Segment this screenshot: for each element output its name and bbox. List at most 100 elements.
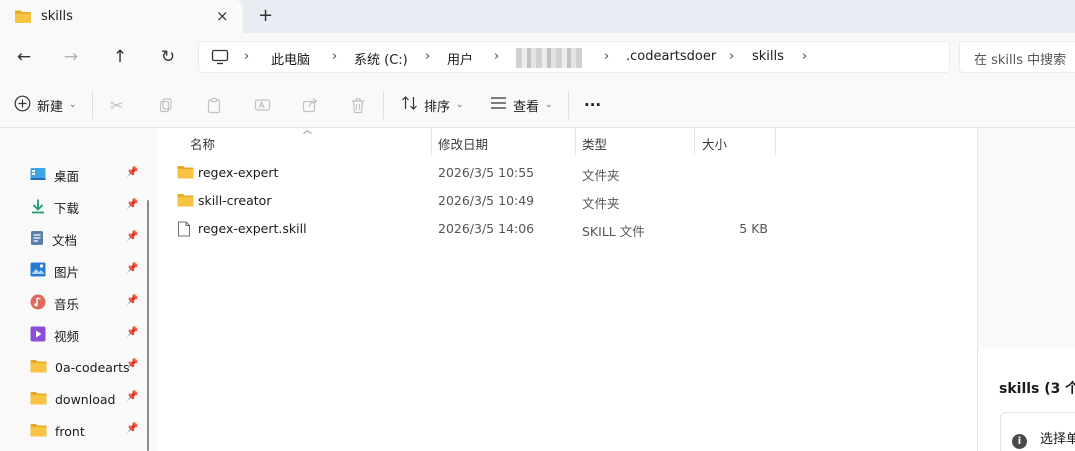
chevron-right-icon: › [425, 49, 431, 64]
column-divider[interactable] [775, 128, 776, 155]
back-button[interactable]: ← [12, 45, 36, 69]
pin-icon[interactable]: 📌 [126, 263, 138, 274]
more-options-button[interactable]: ··· [584, 93, 601, 117]
pin-icon[interactable]: 📌 [126, 295, 138, 306]
pin-icon[interactable]: 📌 [126, 199, 138, 210]
column-header-name[interactable]: 名称 [190, 134, 215, 153]
file-name: regex-expert [198, 165, 279, 180]
sidebar-item-front[interactable]: front 📌 [30, 420, 140, 442]
chevron-right-icon: › [332, 49, 338, 64]
tab-title: skills [41, 9, 73, 24]
share-icon[interactable] [302, 93, 319, 117]
command-bar: 新建 ⌄ ✂ 排序 ⌄ 查看 ⌄ ··· [0, 81, 1075, 128]
sort-button[interactable]: 排序 ⌄ [401, 93, 464, 117]
folder-icon [177, 165, 194, 182]
desktop-icon [30, 167, 46, 184]
table-row[interactable]: skill-creator 2026/3/5 10:49 文件夹 [157, 187, 977, 215]
sidebar-item-download[interactable]: download 📌 [30, 388, 140, 410]
sidebar-item-label: 桌面 [54, 168, 80, 184]
chevron-right-icon: › [494, 49, 500, 64]
up-button[interactable]: ↑ [108, 45, 132, 69]
pin-icon[interactable]: 📌 [126, 231, 138, 242]
sidebar-item-videos[interactable]: 视频 📌 [30, 324, 140, 346]
sidebar-scrollbar[interactable] [147, 200, 149, 451]
table-row[interactable]: regex-expert.skill 2026/3/5 14:06 SKILL … [157, 215, 977, 243]
paste-icon[interactable] [206, 93, 222, 117]
info-icon: i [1012, 434, 1027, 449]
column-header-size[interactable]: 大小 [702, 134, 727, 153]
breadcrumb-skills[interactable]: skills [752, 49, 784, 64]
column-divider[interactable] [431, 128, 432, 155]
pin-icon[interactable]: 📌 [126, 423, 138, 434]
file-date: 2026/3/5 10:49 [438, 193, 535, 208]
navigation-pane: 桌面 📌 下载 📌 文档 📌 图片 📌 音乐 📌 视频 📌 0a-codeart… [0, 128, 156, 451]
breadcrumb-drive-c[interactable]: 系统 (C:) [354, 49, 408, 68]
breadcrumb-this-pc[interactable]: 此电脑 [271, 49, 310, 68]
file-list: ︿ 名称 修改日期 类型 大小 regex-expert 2026/3/5 10… [157, 126, 977, 451]
details-title: skills (3 个项 [999, 381, 1075, 397]
column-header-type[interactable]: 类型 [582, 134, 607, 153]
delete-icon[interactable] [350, 93, 366, 117]
tab-skills[interactable]: skills × [0, 0, 243, 33]
new-button[interactable]: 新建 ⌄ [14, 93, 77, 117]
info-card-text: 选择单 [1040, 432, 1075, 447]
navigation-bar: ← → ↑ ↻ › 此电脑 › 系统 (C:) › 用户 › › .codear… [0, 33, 1075, 81]
pin-icon[interactable]: 📌 [126, 327, 138, 338]
sidebar-item-label: front [55, 423, 85, 439]
folder-icon [14, 9, 32, 27]
column-header-date[interactable]: 修改日期 [438, 134, 488, 153]
breadcrumb-codeartsdoer[interactable]: .codeartsdoer [626, 49, 716, 64]
preview-area [978, 128, 1075, 348]
music-icon [30, 294, 46, 313]
sidebar-item-documents[interactable]: 文档 📌 [30, 228, 140, 250]
address-bar[interactable]: › 此电脑 › 系统 (C:) › 用户 › › .codeartsdoer ›… [198, 41, 950, 73]
view-button[interactable]: 查看 ⌄ [490, 93, 553, 117]
sidebar-item-label: 文档 [52, 232, 78, 248]
forward-button[interactable]: → [59, 45, 83, 69]
rename-icon[interactable] [254, 93, 271, 117]
sidebar-item-desktop[interactable]: 桌面 📌 [30, 164, 140, 186]
chevron-down-icon: ⌄ [545, 100, 553, 110]
close-icon[interactable]: × [216, 7, 229, 25]
file-type: 文件夹 [582, 168, 620, 183]
sidebar-item-music[interactable]: 音乐 📌 [30, 292, 140, 314]
chevron-right-icon: › [244, 49, 250, 64]
sidebar-item-label: 音乐 [54, 296, 80, 312]
folder-icon [30, 423, 47, 440]
new-tab-button[interactable]: + [258, 5, 273, 26]
divider [568, 91, 569, 119]
refresh-button[interactable]: ↻ [156, 45, 180, 69]
folder-icon [30, 359, 47, 376]
details-pane: skills (3 个项 i 选择单 [977, 128, 1075, 451]
cut-icon[interactable]: ✂ [110, 93, 123, 117]
table-row[interactable]: regex-expert 2026/3/5 10:55 文件夹 [157, 159, 977, 187]
plus-circle-icon [14, 95, 31, 116]
sidebar-item-0a-codearts[interactable]: 0a-codearts 📌 [30, 356, 140, 378]
pin-icon[interactable]: 📌 [126, 167, 138, 178]
chevron-down-icon: ⌄ [456, 100, 464, 110]
pin-icon[interactable]: 📌 [126, 359, 138, 370]
chevron-right-icon: › [802, 49, 808, 64]
column-divider[interactable] [575, 128, 576, 155]
sort-ascending-icon: ︿ [303, 126, 313, 136]
redacted-username[interactable] [516, 48, 582, 68]
view-icon [490, 96, 507, 114]
tab-bar: skills × + [0, 0, 1075, 33]
file-name: regex-expert.skill [198, 221, 307, 236]
file-icon [177, 221, 191, 240]
column-divider[interactable] [694, 128, 695, 155]
sort-icon [401, 95, 418, 115]
sidebar-item-downloads[interactable]: 下载 📌 [30, 196, 140, 218]
search-input[interactable]: 在 skills 中搜索 [959, 41, 1075, 73]
file-type: 文件夹 [582, 196, 620, 211]
sidebar-item-label: download [55, 391, 116, 407]
pin-icon[interactable]: 📌 [126, 391, 138, 402]
copy-icon[interactable] [158, 93, 174, 117]
file-date: 2026/3/5 10:55 [438, 165, 535, 180]
chevron-right-icon: › [604, 49, 610, 64]
view-label: 查看 [513, 99, 540, 115]
video-icon [30, 326, 46, 345]
sidebar-item-pictures[interactable]: 图片 📌 [30, 260, 140, 282]
breadcrumb-users[interactable]: 用户 [447, 49, 473, 68]
pictures-icon [30, 262, 46, 280]
